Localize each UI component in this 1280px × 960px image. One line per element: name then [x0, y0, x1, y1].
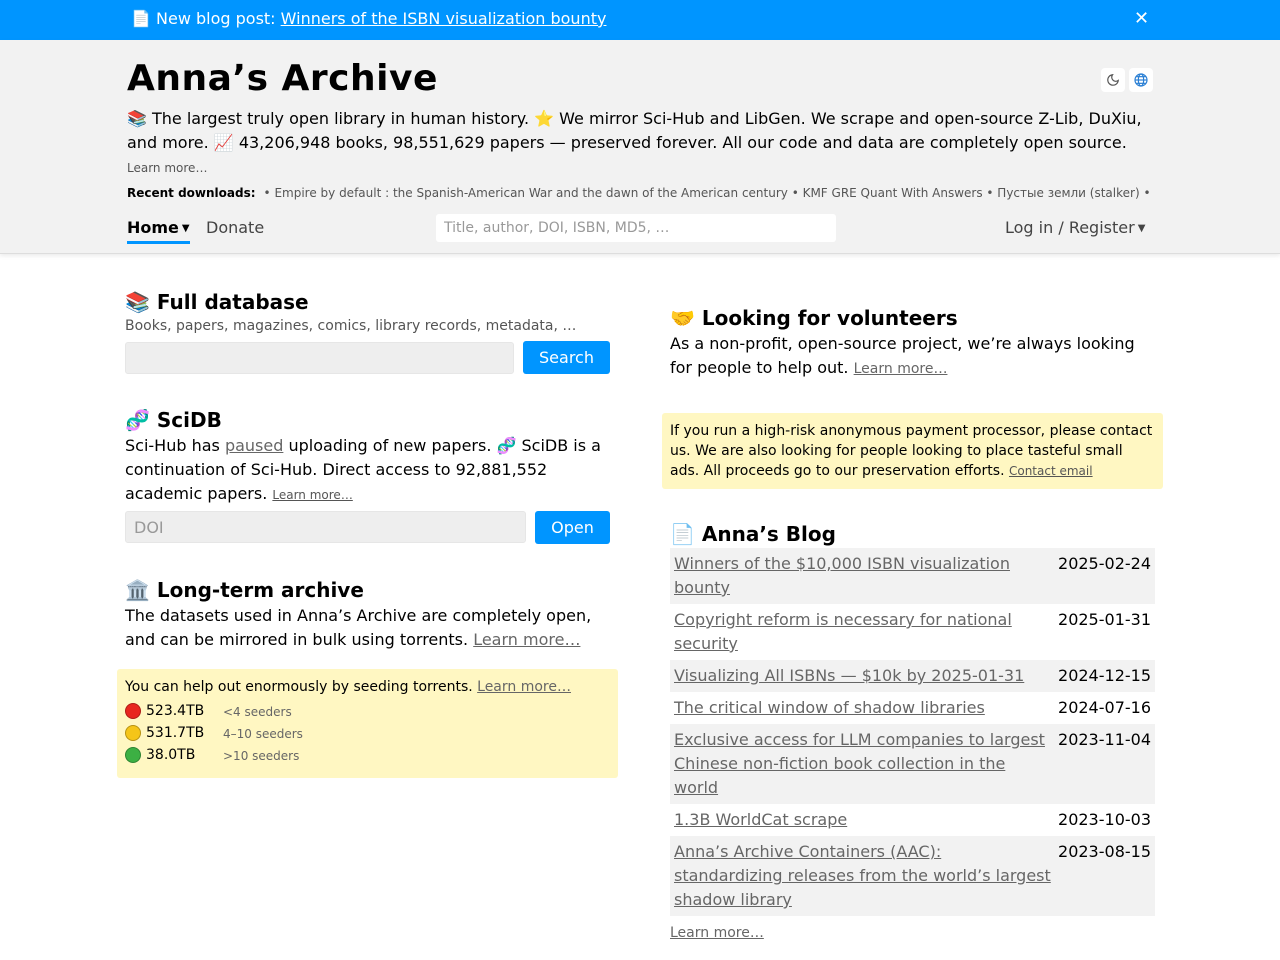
blog-row: Anna’s Archive Containers (AAC): standar…	[670, 836, 1155, 916]
nav-home-label: Home	[127, 218, 179, 237]
blog-post-link[interactable]: 1.3B WorldCat scrape	[674, 808, 1054, 832]
torrent-seeders: 4–10 seeders	[223, 727, 303, 741]
blog-row: The critical window of shadow libraries …	[670, 692, 1155, 724]
recent-downloads-label: Recent downloads:	[127, 186, 256, 200]
volunteers-title: 🤝 Looking for volunteers	[670, 306, 958, 330]
blog-post-date: 2025-01-31	[1058, 610, 1151, 629]
scidb-title: 🧬 SciDB	[125, 408, 222, 432]
blog-post-date: 2024-07-16	[1058, 698, 1151, 717]
blog-row: Copyright reform is necessary for nation…	[670, 604, 1155, 660]
red-circle-icon	[125, 703, 141, 719]
green-circle-icon	[125, 747, 141, 763]
recent-downloads-items[interactable]: • Empire by default : the Spanish-Americ…	[264, 186, 1151, 200]
blog-post-link[interactable]: The critical window of shadow libraries	[674, 696, 1054, 720]
torrent-row[interactable]: 523.4TB	[125, 703, 204, 719]
close-icon[interactable]: ✕	[1134, 8, 1149, 29]
recent-downloads: Recent downloads: • Empire by default : t…	[127, 186, 1151, 200]
torrent-intro-text: You can help out enormously by seeding t…	[125, 679, 478, 695]
torrent-seeders: >10 seeders	[223, 749, 300, 763]
blog-row: 1.3B WorldCat scrape 2023-10-03	[670, 804, 1155, 836]
blog-post-link[interactable]: Anna’s Archive Containers (AAC): standar…	[674, 840, 1054, 912]
payment-processor-notice: If you run a high-risk anonymous payment…	[662, 413, 1163, 489]
volunteers-description: As a non-profit, open-source project, we…	[670, 332, 1150, 381]
blog-post-link[interactable]: Copyright reform is necessary for nation…	[674, 608, 1054, 656]
header-search-input[interactable]	[436, 214, 836, 242]
site-tagline: 📚 The largest truly open library in huma…	[127, 109, 1142, 152]
blog-row: Winners of the $10,000 ISBN visualizatio…	[670, 548, 1155, 604]
torrent-seeders: <4 seeders	[223, 705, 292, 719]
site-title[interactable]: Anna’s Archive	[127, 58, 438, 99]
torrent-intro: You can help out enormously by seeding t…	[125, 679, 571, 695]
blog-post-link[interactable]: Winners of the $10,000 ISBN visualizatio…	[674, 552, 1054, 600]
scidb-learn-more-link[interactable]: Learn more…	[272, 488, 352, 502]
torrent-row[interactable]: 38.0TB	[125, 747, 195, 763]
blog-post-date: 2023-10-03	[1058, 810, 1151, 829]
chevron-down-icon: ▼	[1137, 223, 1146, 234]
login-register-label: Log in / Register	[1005, 218, 1135, 237]
banner-text: 📄 New blog post: Winners of the ISBN vis…	[131, 9, 606, 28]
volunteers-learn-more-link[interactable]: Learn more…	[854, 361, 948, 377]
archive-description: The datasets used in Anna’s Archive are …	[125, 604, 615, 652]
full-database-search-button[interactable]: Search	[523, 341, 610, 374]
torrent-size: 531.7TB	[146, 725, 205, 741]
banner-link[interactable]: Winners of the ISBN visualization bounty	[281, 9, 607, 28]
long-term-archive-title: 🏛️ Long-term archive	[125, 578, 364, 602]
blog-post-date: 2023-08-15	[1058, 842, 1151, 861]
archive-learn-more-link[interactable]: Learn more…	[473, 630, 580, 649]
torrent-learn-more-link[interactable]: Learn more…	[477, 679, 571, 695]
header-learn-more-link[interactable]: Learn more…	[127, 161, 207, 175]
blog-post-date: 2024-12-15	[1058, 666, 1151, 685]
banner-prefix: 📄 New blog post:	[131, 9, 281, 28]
globe-icon[interactable]	[1129, 68, 1153, 92]
torrent-seeding-box: You can help out enormously by seeding t…	[117, 669, 618, 778]
yellow-circle-icon	[125, 725, 141, 741]
nav-donate-tab[interactable]: Donate	[206, 218, 264, 237]
scidb-text-a: Sci-Hub has	[125, 436, 225, 455]
blog-post-date: 2023-11-04	[1058, 730, 1151, 749]
login-register-menu[interactable]: Log in / Register ▼	[1005, 218, 1145, 237]
blog-post-link[interactable]: Exclusive access for LLM companies to la…	[674, 728, 1054, 800]
site-header: Anna’s Archive 📚 The largest truly open …	[0, 40, 1280, 254]
announcement-banner: 📄 New blog post: Winners of the ISBN vis…	[0, 0, 1280, 40]
blog-post-date: 2025-02-24	[1058, 554, 1151, 573]
scidb-description: Sci-Hub has paused uploading of new pape…	[125, 434, 615, 507]
chevron-down-icon: ▼	[181, 223, 190, 234]
doi-input[interactable]	[125, 511, 526, 543]
full-database-title: 📚 Full database	[125, 290, 309, 314]
moon-icon[interactable]	[1101, 68, 1125, 92]
torrent-size: 523.4TB	[146, 703, 205, 719]
contact-email-link[interactable]: Contact email	[1009, 464, 1093, 478]
blog-title: 📄 Anna’s Blog	[670, 522, 836, 546]
blog-post-list: Winners of the $10,000 ISBN visualizatio…	[670, 548, 1155, 916]
nav-home-tab[interactable]: Home ▼	[127, 218, 190, 244]
blog-learn-more-link[interactable]: Learn more…	[670, 925, 764, 941]
scidb-paused-link[interactable]: paused	[225, 436, 283, 455]
blog-post-link[interactable]: Visualizing All ISBNs — $10k by 2025-01-…	[674, 664, 1054, 688]
blog-row: Visualizing All ISBNs — $10k by 2025-01-…	[670, 660, 1155, 692]
full-database-search-input[interactable]	[125, 342, 514, 374]
scidb-open-button[interactable]: Open	[535, 511, 610, 544]
full-database-subtitle: Books, papers, magazines, comics, librar…	[125, 318, 577, 334]
blog-row: Exclusive access for LLM companies to la…	[670, 724, 1155, 804]
torrent-size: 38.0TB	[146, 747, 196, 763]
torrent-row[interactable]: 531.7TB	[125, 725, 204, 741]
